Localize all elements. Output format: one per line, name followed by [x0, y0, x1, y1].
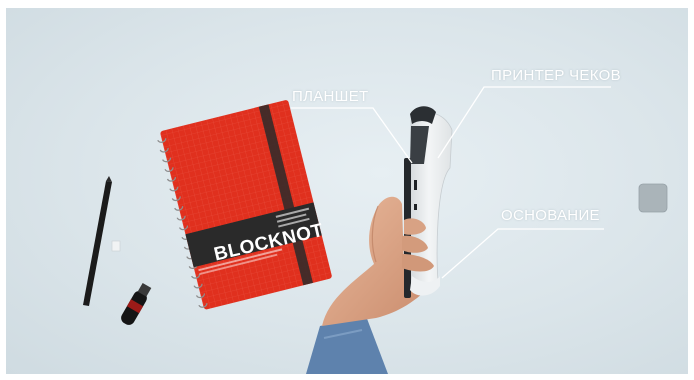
printer-callout-line [437, 86, 611, 159]
photo-frame: BLOCKNOT ПЛАНШЕТ ПРИНТЕР ЧЕКОВ ОСНОВАНИЕ [0, 0, 694, 380]
photo-scene [83, 86, 668, 374]
base-label: ОСНОВАНИЕ [501, 207, 600, 224]
base-callout-line [441, 228, 604, 279]
eraser-cube [638, 183, 668, 213]
tablet-callout-line [291, 107, 413, 164]
sim-card [111, 240, 121, 252]
product-photo: BLOCKNOT ПЛАНШЕТ ПРИНТЕР ЧЕКОВ ОСНОВАНИЕ [6, 8, 688, 374]
notebook [157, 100, 332, 310]
tablet-label: ПЛАНШЕТ [292, 88, 369, 105]
callout-lines [291, 86, 611, 279]
usb-drive [121, 282, 152, 325]
sleeve [306, 316, 388, 374]
pen [83, 176, 112, 306]
printer-label: ПРИНТЕР ЧЕКОВ [491, 67, 621, 84]
